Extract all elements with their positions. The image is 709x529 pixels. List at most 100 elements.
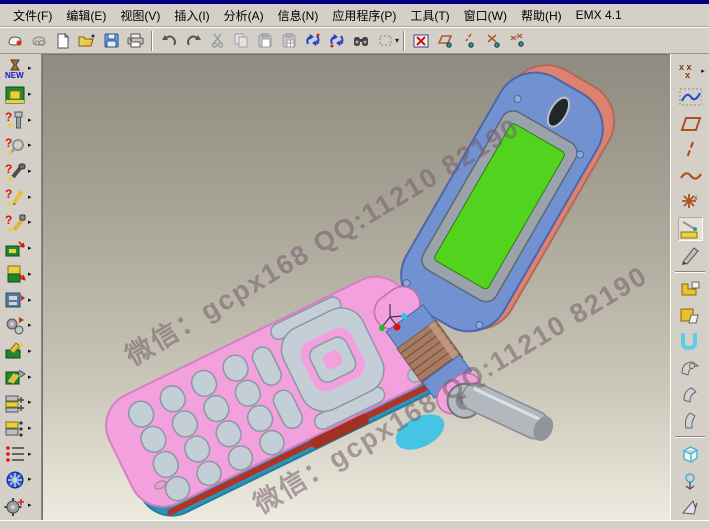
emx-left-toolbar: NEW▸ ▸ ?▸ ?▸ ?▸ ?▸ ?▸ ▸ ▸ ▸ ▸ ▸ ▸ ▸ ▸ ▸ … <box>0 54 42 520</box>
boundary-blend-2-icon[interactable] <box>678 408 703 432</box>
query-glyph: ? <box>5 136 12 150</box>
find-icon[interactable] <box>349 29 373 52</box>
menu-analysis[interactable]: 分析(A) <box>217 5 271 26</box>
flyout-arrow-icon[interactable]: ▸ <box>28 219 32 226</box>
emx-machine-icon[interactable] <box>2 288 27 312</box>
snap-line-icon[interactable] <box>457 29 481 52</box>
emx-component-pen-icon[interactable]: ? <box>2 185 27 209</box>
flyout-arrow-icon[interactable]: ▸ <box>28 168 32 175</box>
active-sketch-tool-icon[interactable] <box>678 217 703 241</box>
emx-component-marker-icon[interactable]: ? <box>2 211 27 235</box>
swept-surface-icon[interactable] <box>678 356 703 380</box>
points-tool-icon[interactable]: x xx <box>675 59 700 83</box>
menu-edit[interactable]: 编辑(E) <box>59 5 113 26</box>
emx-bom-list-icon[interactable] <box>2 442 27 466</box>
flyout-arrow-icon[interactable]: ▸ <box>28 65 32 72</box>
right-toolbar-separator <box>675 271 705 273</box>
toolbar-separator <box>403 31 405 51</box>
emx-component-bolt-icon[interactable]: ? <box>2 108 27 132</box>
selection-dropdown-icon[interactable]: ▾ <box>395 36 399 45</box>
corner-surface-icon[interactable] <box>678 277 703 301</box>
flip-phone-model <box>43 55 666 520</box>
flyout-arrow-icon[interactable]: ▸ <box>28 502 32 509</box>
snap-parallelogram-icon[interactable] <box>433 29 457 52</box>
flyout-arrow-icon[interactable]: ▸ <box>28 348 32 355</box>
solid-cube-tool-icon[interactable] <box>678 442 703 466</box>
emx-lifter-tools-icon[interactable] <box>2 365 27 389</box>
svg-text:x: x <box>694 195 698 202</box>
graphics-viewport[interactable]: 微信：gcpx168 QQ:11210 82190 微信：gcpx168 QQ:… <box>42 54 670 520</box>
menu-bar: 文件(F) 编辑(E) 视图(V) 插入(I) 分析(A) 信息(N) 应用程序… <box>0 4 709 27</box>
save-icon[interactable] <box>99 29 123 52</box>
redo-icon[interactable] <box>181 29 205 52</box>
datum-pin-tool-icon[interactable] <box>678 469 703 493</box>
emx-mold-plate-icon[interactable] <box>2 262 27 286</box>
flyout-arrow-icon[interactable]: ▸ <box>28 245 32 252</box>
flyout-arrow-icon[interactable]: ▸ <box>701 68 705 75</box>
menu-emx[interactable]: EMX 4.1 <box>569 6 629 24</box>
paste-icon[interactable] <box>253 29 277 52</box>
query-glyph: ? <box>5 187 12 201</box>
flyout-arrow-icon[interactable]: ▸ <box>28 271 32 278</box>
snap-points-icon[interactable] <box>505 29 529 52</box>
spline-tool-icon[interactable] <box>678 85 703 109</box>
flyout-arrow-icon[interactable]: ▸ <box>28 194 32 201</box>
undo-icon[interactable] <box>157 29 181 52</box>
open-part-icon[interactable] <box>3 29 27 52</box>
emx-slider-icon[interactable] <box>2 339 27 363</box>
query-glyph: ? <box>5 213 12 227</box>
cut-icon[interactable] <box>205 29 229 52</box>
style-tool-icon[interactable] <box>678 243 703 267</box>
menu-file[interactable]: 文件(F) <box>6 5 59 26</box>
flyout-arrow-icon[interactable]: ▸ <box>28 322 32 329</box>
flyout-arrow-icon[interactable]: ▸ <box>28 399 32 406</box>
print-icon[interactable] <box>123 29 147 52</box>
paste-special-icon[interactable] <box>277 29 301 52</box>
line-tool-icon[interactable] <box>678 138 703 162</box>
flyout-arrow-icon[interactable]: ▸ <box>28 451 32 458</box>
open-folder-icon[interactable] <box>75 29 99 52</box>
open-part-disabled-icon[interactable] <box>27 29 51 52</box>
flyout-arrow-icon[interactable]: ▸ <box>28 297 32 304</box>
update-model-icon[interactable] <box>301 29 325 52</box>
emx-cooling-wheel-icon[interactable] <box>2 468 27 492</box>
menu-info[interactable]: 信息(N) <box>271 5 326 26</box>
emx-moldbase-icon[interactable] <box>2 83 27 107</box>
emx-plates-add-icon[interactable] <box>2 391 27 415</box>
copy-icon[interactable] <box>229 29 253 52</box>
emx-gears-icon[interactable] <box>2 314 27 338</box>
flyout-arrow-icon[interactable]: ▸ <box>28 374 32 381</box>
flyout-arrow-icon[interactable]: ▸ <box>28 91 32 98</box>
menu-view[interactable]: 视图(V) <box>113 5 167 26</box>
boundary-blend-1-icon[interactable] <box>678 382 703 406</box>
emx-ejector-pin-icon[interactable] <box>2 237 27 261</box>
flyout-arrow-icon[interactable]: ▸ <box>28 142 32 149</box>
flyout-arrow-icon[interactable]: ▸ <box>28 425 32 432</box>
emx-component-screw-dark-icon[interactable]: ? <box>2 160 27 184</box>
curve-tool-icon[interactable] <box>678 164 703 188</box>
menu-tools[interactable]: 工具(T) <box>403 5 456 26</box>
status-bar <box>0 520 709 528</box>
delete-icon[interactable] <box>409 29 433 52</box>
trim-u-tool-icon[interactable] <box>678 329 703 353</box>
emx-component-screw-icon[interactable]: ? <box>2 134 27 158</box>
emx-new-project-icon[interactable]: NEW <box>2 57 27 81</box>
flyout-arrow-icon[interactable]: ▸ <box>28 117 32 124</box>
flyout-arrow-icon[interactable]: ▸ <box>28 476 32 483</box>
selection-box-icon[interactable] <box>373 29 397 52</box>
menu-window[interactable]: 窗口(W) <box>457 5 514 26</box>
menu-applications[interactable]: 应用程序(P) <box>325 5 403 26</box>
emx-gear-add-icon[interactable] <box>2 494 27 518</box>
star-point-tool-icon[interactable]: x <box>678 190 703 214</box>
emx-plates-status-icon[interactable] <box>2 416 27 440</box>
warp-arrow-tool-icon[interactable] <box>678 495 703 519</box>
snap-cross-icon[interactable] <box>481 29 505 52</box>
rectangle-tool-icon[interactable] <box>678 112 703 136</box>
new-document-icon[interactable] <box>51 29 75 52</box>
query-glyph: ? <box>5 162 12 176</box>
main-toolbar: ▾ <box>0 27 709 54</box>
update-refs-icon[interactable] <box>325 29 349 52</box>
offset-surface-icon[interactable] <box>678 303 703 327</box>
menu-help[interactable]: 帮助(H) <box>514 5 569 26</box>
menu-insert[interactable]: 插入(I) <box>167 5 216 26</box>
